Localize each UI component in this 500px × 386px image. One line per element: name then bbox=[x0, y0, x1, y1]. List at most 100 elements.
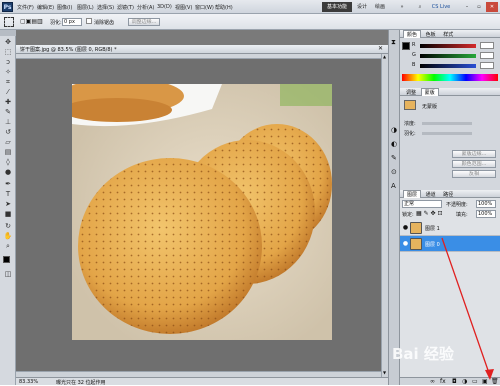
app-logo: Ps bbox=[2, 2, 13, 12]
mask-thumb bbox=[404, 100, 416, 110]
menu-select[interactable]: 选择(S) bbox=[97, 4, 114, 11]
3d-rotate-icon[interactable]: ↻ bbox=[3, 222, 13, 231]
zoom-status[interactable]: 83.33% bbox=[19, 379, 38, 385]
blur-icon[interactable]: ◊ bbox=[3, 158, 13, 167]
menu-3d[interactable]: 3D(D) bbox=[157, 4, 172, 10]
brush-icon[interactable]: ✎ bbox=[3, 108, 13, 117]
menu-layer[interactable]: 图层(L) bbox=[77, 4, 94, 11]
menu-image[interactable]: 图像(I) bbox=[57, 4, 72, 11]
gradient-icon[interactable]: ▤ bbox=[3, 148, 13, 157]
workspace-painting[interactable]: 绘画 bbox=[372, 2, 388, 12]
close-button[interactable]: ✕ bbox=[486, 2, 498, 12]
red-value[interactable] bbox=[480, 42, 494, 49]
refine-edge-button[interactable]: 调整边缘... bbox=[128, 18, 160, 26]
tab-swatches[interactable]: 色板 bbox=[423, 32, 439, 38]
marquee-icon[interactable]: ⬚ bbox=[3, 48, 13, 57]
dodge-icon[interactable]: ● bbox=[3, 168, 13, 177]
tab-paths[interactable]: 路径 bbox=[440, 192, 456, 198]
menu-edit[interactable]: 编辑(E) bbox=[37, 4, 54, 11]
antialias-label: 消除锯齿 bbox=[94, 20, 115, 26]
clone-source-icon[interactable]: ⊙ bbox=[391, 168, 397, 176]
tab-styles[interactable]: 样式 bbox=[440, 32, 456, 38]
blue-slider-row[interactable]: B bbox=[412, 62, 496, 70]
fill-input[interactable]: 100% bbox=[476, 210, 496, 218]
tab-masks[interactable]: 蒙版 bbox=[420, 88, 439, 96]
cs-live-label: CS Live bbox=[431, 4, 451, 10]
green-slider-row[interactable]: G bbox=[412, 52, 496, 60]
color-panel-tabs: 颜色 色板 样式 bbox=[400, 30, 500, 38]
adjust-panel-tabs: 调整 蒙版 bbox=[400, 88, 500, 96]
character-icon[interactable]: A bbox=[391, 182, 396, 190]
hand-icon[interactable]: ✋ bbox=[3, 232, 13, 241]
tools-panel: ✥ ⬚ ↄ ✧ ⌗ ⁄ ✚ ✎ ⊥ ↺ ▱ ▤ ◊ ● ✒ T ➤ ■ ↻ ✋ … bbox=[0, 30, 16, 385]
red-bar[interactable] bbox=[420, 44, 476, 48]
pen-icon[interactable]: ✒ bbox=[3, 180, 13, 189]
zoom-icon[interactable]: ⌕ bbox=[3, 242, 13, 251]
blend-mode-select[interactable]: 正常 bbox=[402, 200, 442, 208]
adjust-panel: 调整 蒙版 无蒙版 浓度: 羽化: 蒙版边缘... 颜色范围... 反相 bbox=[400, 88, 500, 178]
fill-label: 填充: bbox=[456, 212, 468, 218]
tab-adjustments[interactable]: 调整 bbox=[403, 90, 419, 96]
density-slider[interactable] bbox=[422, 122, 472, 125]
mask-feather-slider[interactable] bbox=[422, 132, 472, 135]
selection-mode-icons[interactable]: ▢▣▤▥ bbox=[20, 18, 43, 25]
quick-mask-icon[interactable]: ◫ bbox=[3, 270, 13, 279]
history-brush-icon[interactable]: ↺ bbox=[3, 128, 13, 137]
healing-icon[interactable]: ✚ bbox=[3, 98, 13, 107]
lasso-icon[interactable]: ↄ bbox=[3, 58, 13, 67]
close-doc-icon[interactable]: ✕ bbox=[378, 45, 383, 52]
shape-icon[interactable]: ■ bbox=[3, 210, 13, 219]
lock-icons[interactable]: ▦ ✎ ✥ ⊡ bbox=[416, 210, 442, 217]
restore-button[interactable]: ▫ bbox=[474, 2, 484, 12]
masks-icon[interactable]: ◐ bbox=[391, 140, 397, 148]
workspace-design[interactable]: 设计 bbox=[354, 2, 370, 12]
menu-view[interactable]: 视图(V) bbox=[175, 4, 192, 11]
feather-input[interactable]: 0 px bbox=[62, 18, 82, 26]
crop-icon[interactable]: ⌗ bbox=[3, 78, 13, 87]
type-icon[interactable]: T bbox=[3, 190, 13, 199]
brush-panel-icon[interactable]: ✎ bbox=[391, 154, 397, 162]
move-icon[interactable]: ✥ bbox=[3, 38, 13, 47]
eraser-icon[interactable]: ▱ bbox=[3, 138, 13, 147]
minimize-button[interactable]: – bbox=[462, 2, 472, 12]
blue-bar[interactable] bbox=[420, 64, 476, 68]
tab-layers[interactable]: 图层 bbox=[403, 190, 422, 198]
magic-wand-icon[interactable]: ✧ bbox=[3, 68, 13, 77]
menu-window[interactable]: 窗口(W) bbox=[195, 4, 214, 11]
tab-channels[interactable]: 通道 bbox=[423, 192, 439, 198]
marquee-icon[interactable] bbox=[4, 17, 14, 27]
green-bar[interactable] bbox=[420, 54, 476, 58]
invert-button[interactable]: 反相 bbox=[452, 170, 496, 178]
adjustments-icon[interactable]: ◑ bbox=[391, 126, 397, 134]
color-range-button[interactable]: 颜色范围... bbox=[452, 160, 496, 168]
document-tab-title: 饼干图案.jpg @ 83.5% (图层 0, RGB/8) * bbox=[20, 47, 117, 53]
menu-filter[interactable]: 滤镜(T) bbox=[117, 4, 134, 11]
stamp-icon[interactable]: ⊥ bbox=[3, 118, 13, 127]
mask-title: 无蒙版 bbox=[422, 104, 438, 110]
tab-color[interactable]: 颜色 bbox=[403, 30, 422, 38]
menu-file[interactable]: 文件(F) bbox=[17, 4, 34, 11]
history-icon[interactable]: ⧗ bbox=[391, 38, 396, 47]
foreground-color-swatch[interactable] bbox=[3, 256, 10, 263]
color-fg-swatch[interactable] bbox=[402, 42, 410, 50]
document-canvas[interactable] bbox=[72, 84, 332, 340]
workspace-essentials[interactable]: 基本功能 bbox=[322, 2, 352, 12]
search-icon[interactable]: ⌕ bbox=[416, 2, 424, 12]
menu-analysis[interactable]: 分析(A) bbox=[137, 4, 154, 11]
menu-help[interactable]: 帮助(H) bbox=[215, 4, 233, 11]
vertical-scrollbar[interactable]: ▲ ▼ bbox=[381, 54, 388, 377]
lock-label: 锁定: bbox=[402, 212, 414, 218]
baidu-watermark: Bai 经验 bbox=[392, 345, 454, 363]
antialias-checkbox[interactable] bbox=[86, 18, 92, 24]
red-slider-row[interactable]: R bbox=[412, 42, 496, 50]
cs-live-button[interactable]: CS Live bbox=[426, 2, 456, 12]
blue-value[interactable] bbox=[480, 62, 494, 69]
opacity-input[interactable]: 100% bbox=[476, 200, 496, 208]
mask-edge-button[interactable]: 蒙版边缘... bbox=[452, 150, 496, 158]
green-value[interactable] bbox=[480, 52, 494, 59]
eyedropper-icon[interactable]: ⁄ bbox=[3, 88, 13, 97]
document-tab[interactable]: 饼干图案.jpg @ 83.5% (图层 0, RGB/8) * ✕ bbox=[16, 45, 388, 54]
chevron-right-icon[interactable]: » bbox=[398, 2, 406, 12]
path-select-icon[interactable]: ➤ bbox=[3, 200, 13, 209]
color-spectrum-bar[interactable] bbox=[402, 74, 498, 81]
